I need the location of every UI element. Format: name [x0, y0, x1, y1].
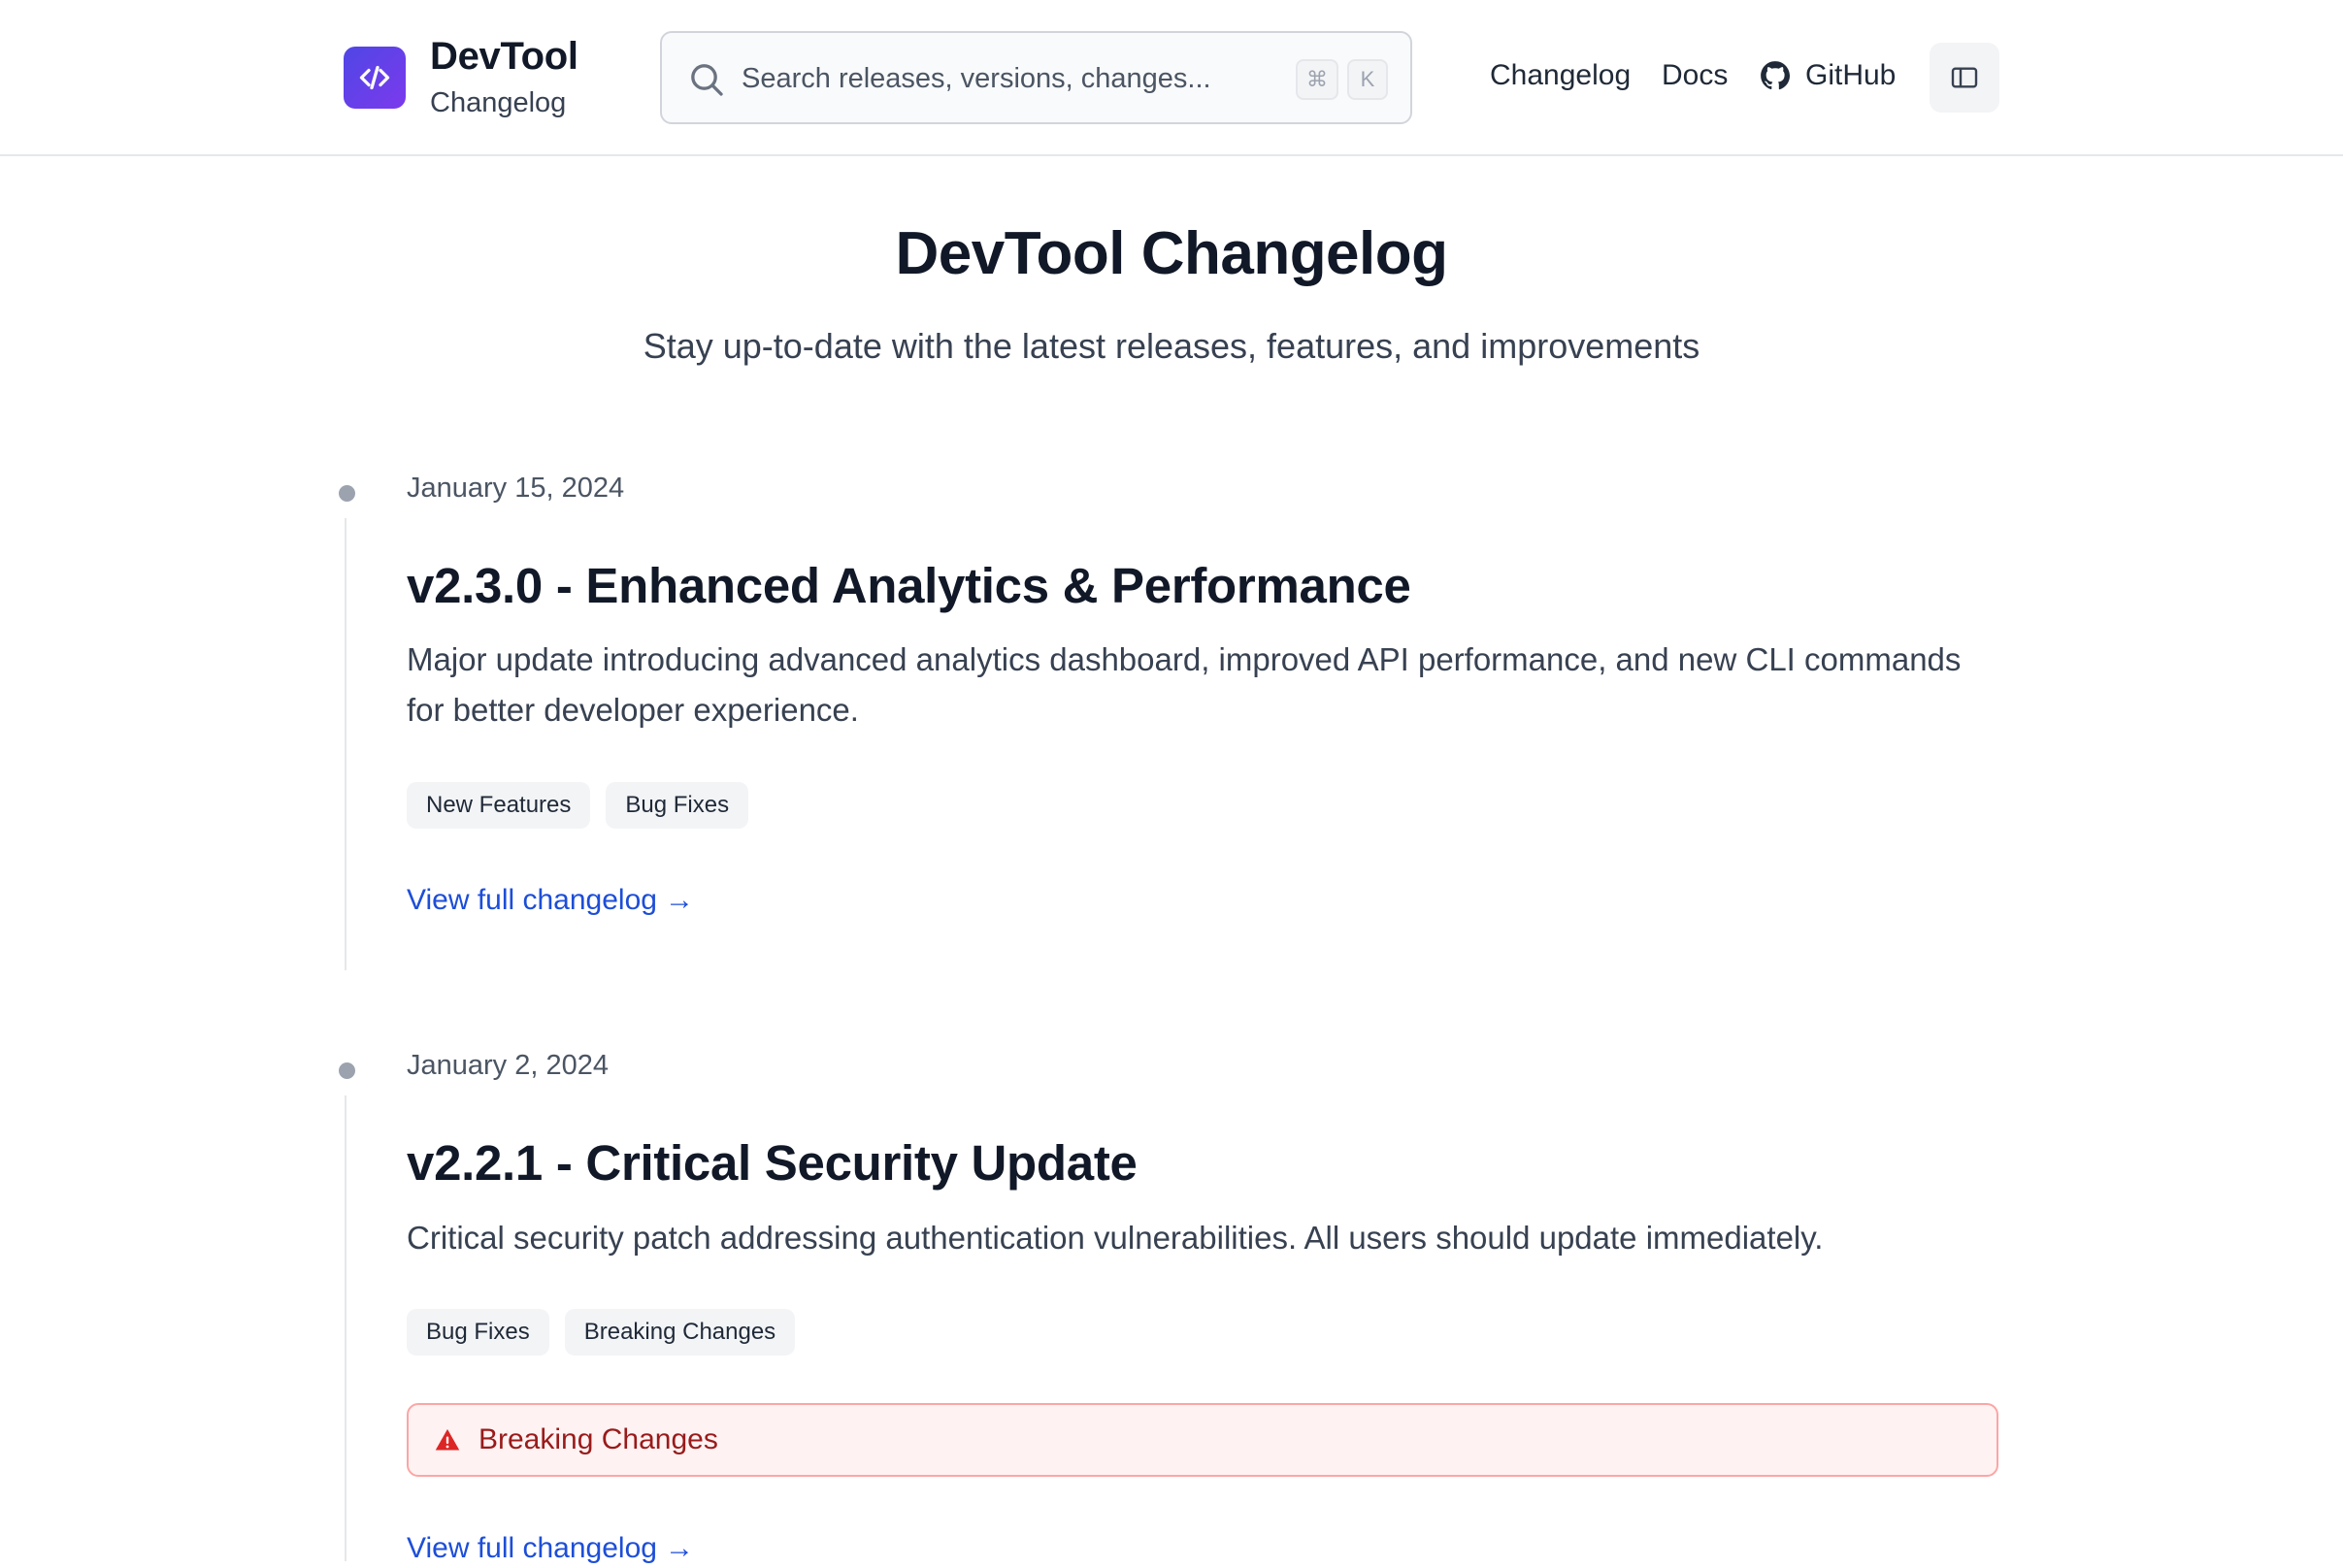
tag-new-features[interactable]: New Features	[407, 782, 591, 829]
view-full-changelog-label: View full changelog	[407, 1532, 657, 1564]
view-full-changelog-link[interactable]: View full changelog →	[407, 881, 694, 920]
github-icon	[1761, 61, 1791, 90]
shortcut-k-key: K	[1347, 59, 1388, 100]
top-header: DevTool Changelog ⌘ K Changelog Docs Git…	[0, 0, 2343, 156]
view-full-changelog-link[interactable]: View full changelog →	[407, 1529, 694, 1568]
release-date: January 2, 2024	[407, 1050, 609, 1081]
nav-docs-link[interactable]: Docs	[1662, 56, 1728, 95]
timeline-rail	[345, 518, 346, 970]
brand-name[interactable]: DevTool	[430, 33, 578, 80]
view-full-changelog-label: View full changelog	[407, 884, 657, 916]
release-tags: Bug Fixes Breaking Changes	[407, 1309, 796, 1356]
page-subtitle: Stay up-to-date with the latest releases…	[643, 326, 1700, 366]
alert-text: Breaking Changes	[478, 1423, 718, 1455]
toggle-sidebar-button[interactable]	[1930, 43, 1999, 113]
tag-bug-fixes[interactable]: Bug Fixes	[606, 782, 749, 829]
arrow-right-icon: →	[664, 884, 694, 916]
release-tags: New Features Bug Fixes	[407, 782, 749, 829]
timeline-rail	[345, 1095, 346, 1561]
sidebar-panel-icon	[1951, 67, 1978, 88]
release-title[interactable]: v2.2.1 - Critical Security Update	[407, 1132, 1138, 1194]
tag-breaking-changes[interactable]: Breaking Changes	[564, 1309, 796, 1356]
page-title: DevTool Changelog	[895, 220, 1448, 287]
code-icon	[359, 65, 390, 90]
search-icon	[691, 64, 723, 96]
breaking-changes-alert: Breaking Changes	[407, 1403, 1998, 1477]
search-input[interactable]	[742, 56, 1246, 101]
search-box[interactable]: ⌘ K	[660, 31, 1412, 124]
release-description: Critical security patch addressing authe…	[407, 1220, 1824, 1256]
brand-logo[interactable]	[344, 47, 406, 109]
shortcut-cmd-key: ⌘	[1296, 59, 1338, 100]
brand-subtitle: Changelog	[430, 87, 567, 118]
tag-bug-fixes[interactable]: Bug Fixes	[407, 1309, 549, 1356]
nav-changelog-link[interactable]: Changelog	[1490, 56, 1631, 95]
nav-github-label: GitHub	[1805, 59, 1897, 91]
warning-icon	[435, 1428, 460, 1451]
timeline-dot	[339, 485, 355, 502]
release-date: January 15, 2024	[407, 473, 625, 504]
arrow-right-icon: →	[664, 1532, 694, 1564]
timeline-dot	[339, 1062, 355, 1079]
release-description: Major update introducing advanced analyt…	[407, 641, 1962, 728]
nav-github-link[interactable]: GitHub	[1759, 56, 1896, 95]
release-title[interactable]: v2.3.0 - Enhanced Analytics & Performanc…	[407, 555, 1411, 617]
